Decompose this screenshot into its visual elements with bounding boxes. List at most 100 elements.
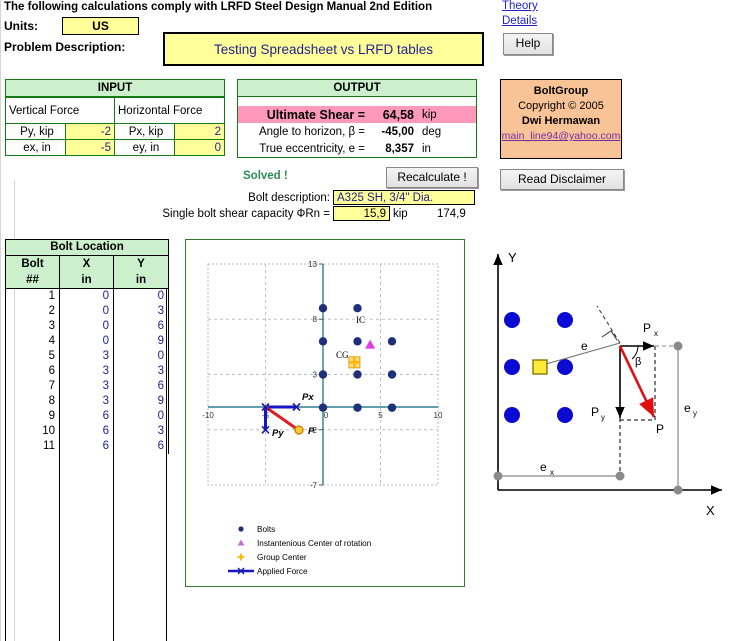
- table-row[interactable]: 203: [6, 304, 168, 319]
- table-row[interactable]: 11 6 6: [6, 439, 168, 454]
- table-row[interactable]: 10 6 3: [6, 424, 168, 439]
- ex-input[interactable]: -5: [66, 139, 115, 155]
- bolt-point: [318, 337, 328, 346]
- diagram-cg-marker: [532, 359, 548, 375]
- shear-capacity-input[interactable]: 15,9: [333, 206, 390, 221]
- details-link[interactable]: Details: [502, 15, 537, 27]
- author-email-link[interactable]: main_line94@yahoo.com: [501, 130, 621, 142]
- bolt-y[interactable]: 6: [114, 439, 168, 454]
- output-spacer: [238, 97, 476, 106]
- bolt-x[interactable]: 3: [60, 394, 114, 409]
- compliance-note: The following calculations comply with L…: [4, 1, 433, 13]
- svg-text:8: 8: [313, 315, 318, 324]
- bolt-x[interactable]: 6: [60, 424, 114, 439]
- bolt-y[interactable]: 0: [114, 409, 168, 424]
- svg-text:x: x: [654, 329, 658, 338]
- eccentricity-row: True eccentricity, e = 8,357 in: [238, 140, 476, 157]
- subheader-y: in: [135, 274, 147, 286]
- header-y: Y: [137, 258, 145, 270]
- bolt-number: 11: [6, 439, 60, 454]
- svg-text:5: 5: [378, 411, 383, 420]
- recalculate-button[interactable]: Recalculate !: [386, 167, 478, 188]
- table-row[interactable]: 530: [6, 349, 168, 364]
- ultimate-shear-label: Ultimate Shear =: [266, 107, 365, 122]
- bolt-number: 1: [6, 289, 60, 304]
- bolt-y[interactable]: 0: [114, 349, 168, 364]
- svg-text:CG: CG: [336, 350, 349, 360]
- problem-description-input[interactable]: Testing Spreadsheet vs LRFD tables: [163, 32, 484, 66]
- bolt-x[interactable]: 6: [60, 439, 114, 454]
- legend-label: Instantenious Center of rotation: [257, 539, 372, 548]
- svg-text:13: 13: [308, 260, 317, 269]
- py-input[interactable]: -2: [66, 123, 115, 139]
- bolt-point: [318, 370, 328, 379]
- svg-text:e: e: [684, 401, 691, 415]
- table-row[interactable]: 960: [6, 409, 168, 424]
- table-row[interactable]: 839: [6, 394, 168, 409]
- bolt-point: [353, 337, 362, 346]
- bolt-x[interactable]: 3: [60, 379, 114, 394]
- output-panel: OUTPUT Ultimate Shear = 64,58 kip Angle …: [237, 79, 477, 158]
- subheader-bolt: ##: [6, 272, 60, 288]
- bolt-y[interactable]: 6: [114, 379, 168, 394]
- bolt-description-label: Bolt description:: [248, 192, 330, 204]
- bolt-y[interactable]: 0: [114, 289, 168, 304]
- bolt-description-input[interactable]: A325 SH, 3/4" Dia.: [333, 190, 475, 205]
- svg-text:10: 10: [434, 411, 443, 420]
- bolt-number: 6: [6, 364, 60, 379]
- help-button[interactable]: Help: [503, 33, 553, 55]
- bolt-x[interactable]: 6: [60, 409, 114, 424]
- px-input[interactable]: 2: [175, 123, 224, 139]
- bolt-y[interactable]: 3: [114, 424, 168, 439]
- bolt-layout-chart[interactable]: 13 8 3 -2 -7 -10 -5 0 5 10 Px Py P: [185, 239, 465, 587]
- shear-capacity-extra-value: 174,9: [437, 208, 466, 220]
- ey-input[interactable]: 0: [175, 139, 224, 155]
- bolt-point: [387, 337, 397, 346]
- bolt-point: [387, 370, 397, 379]
- bolt-x[interactable]: 0: [60, 304, 114, 319]
- output-panel-title: OUTPUT: [238, 80, 476, 97]
- app-name: BoltGroup: [533, 85, 589, 97]
- bolt-y[interactable]: 3: [114, 304, 168, 319]
- bolt-x[interactable]: 3: [60, 364, 114, 379]
- svg-text:0: 0: [324, 411, 329, 420]
- units-input[interactable]: US: [62, 17, 139, 35]
- bolt-point: [353, 403, 362, 412]
- svg-text:y: y: [601, 413, 605, 422]
- units-label: Units:: [4, 19, 38, 33]
- svg-text:X: X: [706, 503, 715, 518]
- bolt-table-title: Bolt Location: [6, 240, 168, 256]
- table-row[interactable]: 409: [6, 334, 168, 349]
- copyright-panel: BoltGroup Copyright © 2005 Dwi Hermawan …: [500, 79, 622, 159]
- bolt-x[interactable]: 0: [60, 289, 114, 304]
- bolt-x[interactable]: 3: [60, 349, 114, 364]
- svg-text:P: P: [591, 405, 599, 419]
- svg-text:-10: -10: [202, 411, 214, 420]
- theory-link[interactable]: Theory: [502, 0, 538, 12]
- bolt-table-header-row: Bolt X Y: [6, 256, 168, 272]
- angle-unit: deg: [422, 125, 442, 138]
- bolt-y[interactable]: 9: [114, 394, 168, 409]
- svg-text:e: e: [540, 460, 547, 474]
- bolt-x[interactable]: 0: [60, 319, 114, 334]
- subheader-x: in: [60, 272, 114, 288]
- table-row[interactable]: 633: [6, 364, 168, 379]
- svg-text:-7: -7: [310, 481, 318, 490]
- chart-legend: Bolts Instantenious Center of rotation Gro…: [228, 525, 372, 576]
- bolt-x[interactable]: 0: [60, 334, 114, 349]
- bolt-y[interactable]: 6: [114, 319, 168, 334]
- table-row[interactable]: 100: [6, 289, 168, 304]
- table-row[interactable]: 306: [6, 319, 168, 334]
- bolt-y[interactable]: 9: [114, 334, 168, 349]
- svg-text:β: β: [635, 356, 641, 368]
- table-row[interactable]: 736: [6, 379, 168, 394]
- chart-svg: 13 8 3 -2 -7 -10 -5 0 5 10 Px Py P: [202, 260, 443, 576]
- svg-text:Y: Y: [508, 250, 517, 265]
- bolt-number: 5: [6, 349, 60, 364]
- svg-text:e: e: [581, 339, 588, 353]
- read-disclaimer-button[interactable]: Read Disclaimer: [500, 169, 624, 190]
- ultimate-shear-value: 64,58: [382, 107, 414, 122]
- ey-label: ey, in: [115, 139, 175, 155]
- bolt-y[interactable]: 3: [114, 364, 168, 379]
- copyright-year: Copyright © 2005: [518, 100, 604, 112]
